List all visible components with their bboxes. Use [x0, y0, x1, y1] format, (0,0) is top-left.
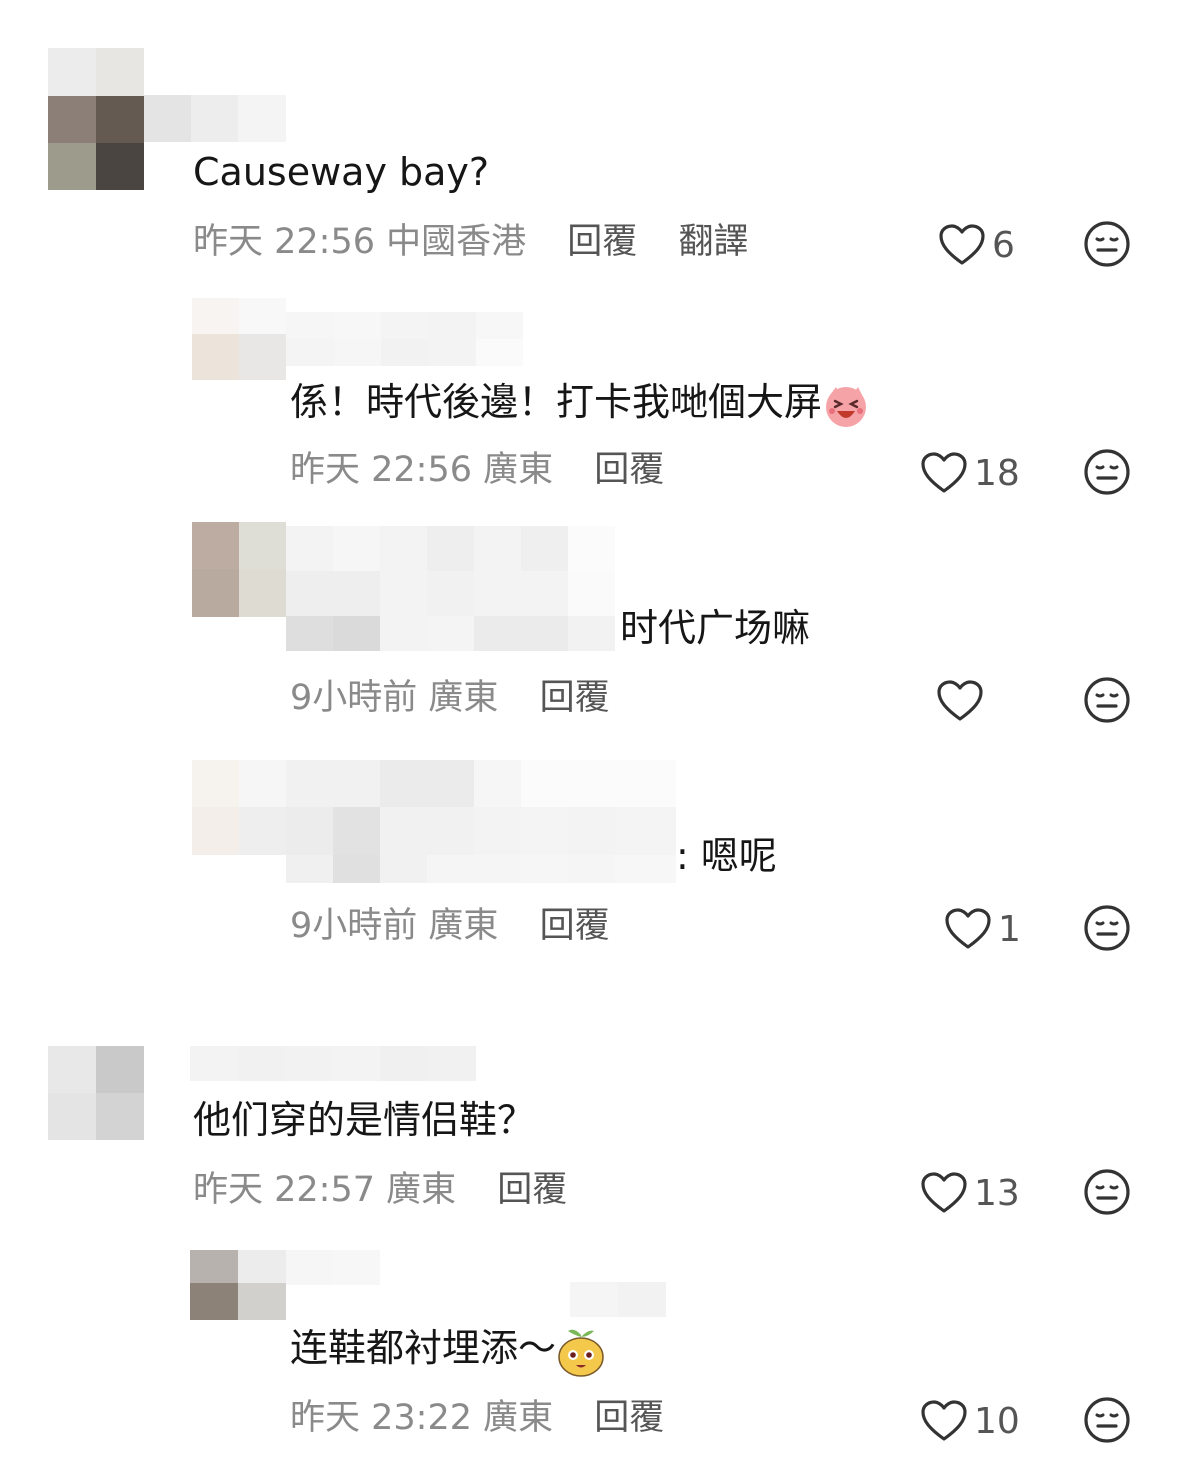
- avatar[interactable]: [192, 298, 286, 380]
- comment-location: 廣東: [428, 678, 499, 718]
- username-blurred[interactable]: [286, 312, 523, 366]
- heart-outline-icon: [939, 224, 985, 265]
- like-button[interactable]: 18: [920, 448, 1020, 498]
- comment-text: 他们穿的是情侣鞋？: [193, 1098, 536, 1142]
- reply-button[interactable]: 回覆: [540, 678, 610, 718]
- comment-meta: 昨天 23:22 廣東 回覆: [290, 1396, 664, 1440]
- comment-text-content: 连鞋都衬埋添～: [290, 1326, 557, 1370]
- comment-meta: 9小時前 廣東 回覆: [290, 904, 610, 948]
- avatar[interactable]: [192, 760, 286, 855]
- username-blurred[interactable]: [190, 1046, 476, 1081]
- meh-face-icon[interactable]: [1083, 1396, 1131, 1444]
- like-button[interactable]: [936, 676, 990, 726]
- heart-outline-icon: [945, 908, 991, 949]
- reply-button[interactable]: 回覆: [594, 450, 664, 490]
- comment-text-content: 係！時代後邊！打卡我哋個大屏: [290, 380, 823, 424]
- reply-button[interactable]: 回覆: [567, 222, 637, 262]
- like-count: 6: [992, 224, 1015, 266]
- reply-button[interactable]: 回覆: [540, 906, 610, 946]
- avatar[interactable]: [192, 522, 286, 617]
- comment-meta: 昨天 22:56 中國香港 回覆 翻譯: [193, 220, 748, 264]
- reply-button[interactable]: 回覆: [497, 1170, 567, 1210]
- heart-outline-icon: [921, 1172, 967, 1213]
- comment-text: 连鞋都衬埋添～: [290, 1324, 606, 1377]
- comment-date: 昨天 22:56: [290, 450, 472, 490]
- like-button[interactable]: 13: [920, 1168, 1020, 1218]
- like-count: 13: [974, 1172, 1020, 1214]
- meh-face-icon[interactable]: [1083, 1168, 1131, 1216]
- comment-location: 廣東: [386, 1170, 457, 1210]
- meh-face-icon[interactable]: [1083, 448, 1131, 496]
- username-blurred[interactable]: [286, 526, 615, 651]
- laughing-face-emoji: [826, 386, 867, 427]
- comment-text: 时代广场嘛: [620, 606, 811, 650]
- reply-button[interactable]: 回覆: [594, 1398, 664, 1438]
- comment-location: 中國香港: [386, 222, 527, 262]
- like-count: 1: [998, 908, 1021, 950]
- heart-outline-icon: [921, 452, 967, 493]
- comment-date: 9小時前: [290, 906, 418, 946]
- comment-meta: 9小時前 廣東 回覆: [290, 676, 610, 720]
- avatar[interactable]: [48, 1046, 144, 1140]
- like-button[interactable]: 6: [938, 220, 1015, 270]
- like-count: 18: [974, 452, 1020, 494]
- username-blurred[interactable]: [286, 1250, 380, 1285]
- meh-face-icon[interactable]: [1083, 676, 1131, 724]
- meh-face-icon[interactable]: [1083, 220, 1131, 268]
- comment-date: 昨天 22:57: [193, 1170, 375, 1210]
- comment-text: : 嗯呢: [676, 834, 777, 878]
- heart-outline-icon: [937, 680, 983, 721]
- comment-text: 係！時代後邊！打卡我哋個大屏: [290, 378, 870, 429]
- comment-location: 廣東: [428, 906, 499, 946]
- like-button[interactable]: 1: [944, 904, 1021, 954]
- comment-meta: 昨天 22:56 廣東 回覆: [290, 448, 664, 492]
- username-blurred[interactable]: [144, 95, 286, 142]
- comment-location: 廣東: [483, 1398, 554, 1438]
- comment-meta: 昨天 22:57 廣東 回覆: [193, 1168, 567, 1212]
- avatar[interactable]: [190, 1250, 286, 1320]
- heart-outline-icon: [921, 1400, 967, 1441]
- comment-date: 昨天 23:22: [290, 1398, 472, 1438]
- comment-location: 廣東: [483, 450, 554, 490]
- username-blurred[interactable]: [286, 760, 676, 883]
- translate-button[interactable]: 翻譯: [678, 222, 748, 262]
- sprout-character-emoji: [558, 1329, 604, 1377]
- comment-date: 9小時前: [290, 678, 418, 718]
- meh-face-icon[interactable]: [1083, 904, 1131, 952]
- comment-text: Causeway bay?: [193, 150, 490, 194]
- username-blurred-tail: [570, 1282, 666, 1317]
- avatar[interactable]: [48, 48, 144, 190]
- like-button[interactable]: 10: [920, 1396, 1020, 1446]
- comment-date: 昨天 22:56: [193, 222, 375, 262]
- like-count: 10: [974, 1400, 1020, 1442]
